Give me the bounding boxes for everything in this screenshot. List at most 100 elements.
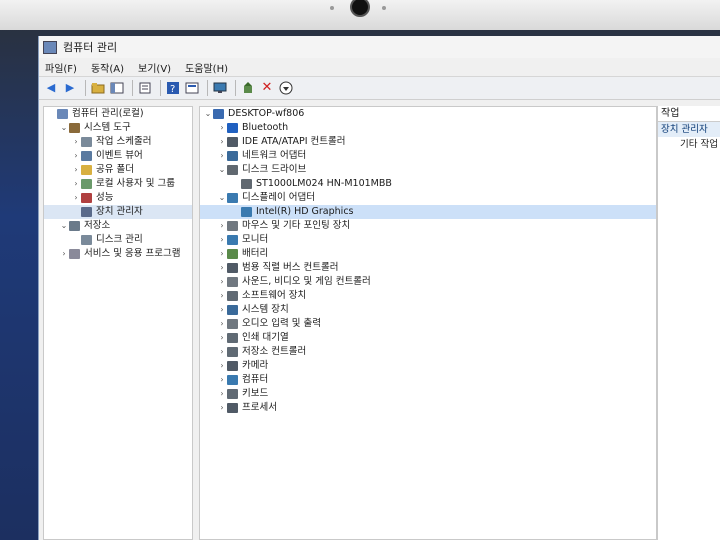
folder-up-icon[interactable] xyxy=(90,80,106,96)
device-tree: ⌄ DESKTOP-wf806 › Bluetooth › IDE ATA/ATAPI 컨… xyxy=(199,106,657,540)
device-tree-item[interactable]: › 컴퓨터 xyxy=(200,373,656,387)
collapsed-chevron-icon[interactable]: › xyxy=(59,247,69,261)
device-tree-item[interactable]: › 소프트웨어 장치 xyxy=(200,289,656,303)
collapsed-chevron-icon[interactable]: › xyxy=(217,317,227,331)
device-tree-item[interactable]: › 오디오 입력 및 출력 xyxy=(200,317,656,331)
audio-icon xyxy=(227,319,238,329)
collapsed-chevron-icon[interactable]: › xyxy=(217,219,227,233)
collapsed-chevron-icon[interactable]: › xyxy=(217,345,227,359)
collapsed-chevron-icon[interactable]: › xyxy=(217,359,227,373)
collapsed-chevron-icon[interactable]: › xyxy=(217,121,227,135)
console-tree-item[interactable]: 장치 관리자 xyxy=(44,205,192,219)
expanded-chevron-icon[interactable]: ⌄ xyxy=(203,107,213,121)
console-tree-item[interactable]: ⌄ 저장소 xyxy=(44,219,192,233)
collapsed-chevron-icon[interactable]: › xyxy=(71,135,81,149)
webcam xyxy=(350,0,370,17)
device-tree-item[interactable]: Intel(R) HD Graphics xyxy=(200,205,656,219)
device-tree-label: Intel(R) HD Graphics xyxy=(256,206,354,217)
menu-view[interactable]: 보기(V) xyxy=(138,60,171,75)
properties-icon[interactable] xyxy=(184,80,200,96)
device-tree-item[interactable]: › 시스템 장치 xyxy=(200,303,656,317)
content-panes: 컴퓨터 관리(로컬) ⌄ 시스템 도구 › 작업 스케줄러 › 이벤트 뷰어 › 공유 폴더 › 로… xyxy=(39,104,720,540)
device-tree-item[interactable]: ⌄ 디스플레이 어댑터 xyxy=(200,191,656,205)
uninstall-icon[interactable]: ✕ xyxy=(259,80,275,96)
show-tree-icon[interactable] xyxy=(109,80,125,96)
help-icon[interactable]: ? xyxy=(165,80,181,96)
actions-device-manager[interactable]: 장치 관리자 xyxy=(658,122,720,137)
collapsed-chevron-icon[interactable]: › xyxy=(217,149,227,163)
disk-management-icon xyxy=(81,235,92,245)
collapsed-chevron-icon[interactable]: › xyxy=(217,303,227,317)
event-viewer-icon xyxy=(81,151,92,161)
menu-bar: 파일(F) 동작(A) 보기(V) 도움말(H) xyxy=(39,58,720,76)
device-tree-item[interactable]: › 사운드, 비디오 및 게임 컨트롤러 xyxy=(200,275,656,289)
console-tree-label: 컴퓨터 관리(로컬) xyxy=(72,108,144,119)
device-tree-item[interactable]: › 카메라 xyxy=(200,359,656,373)
console-tree-item[interactable]: ⌄ 시스템 도구 xyxy=(44,121,192,135)
download-icon[interactable] xyxy=(278,80,294,96)
battery-icon xyxy=(227,249,238,259)
menu-file[interactable]: 파일(F) xyxy=(45,60,77,75)
console-tree-item[interactable]: › 성능 xyxy=(44,191,192,205)
device-tree-item[interactable]: › 저장소 컨트롤러 xyxy=(200,345,656,359)
expanded-chevron-icon[interactable]: ⌄ xyxy=(217,163,227,177)
collapsed-chevron-icon[interactable]: › xyxy=(71,177,81,191)
collapsed-chevron-icon[interactable]: › xyxy=(217,401,227,415)
collapsed-chevron-icon[interactable]: › xyxy=(217,387,227,401)
device-tree-item[interactable]: › 범용 직렬 버스 컨트롤러 xyxy=(200,261,656,275)
collapsed-chevron-icon[interactable]: › xyxy=(217,135,227,149)
console-tree-item[interactable]: › 서비스 및 응용 프로그램 xyxy=(44,247,192,261)
services-icon xyxy=(69,249,80,259)
forward-icon[interactable]: ▶ xyxy=(62,80,78,96)
device-tree-item[interactable]: › 키보드 xyxy=(200,387,656,401)
device-tree-item[interactable]: › 인쇄 대기열 xyxy=(200,331,656,345)
collapsed-chevron-icon[interactable]: › xyxy=(217,289,227,303)
device-tree-item[interactable]: › 마우스 및 기타 포인팅 장치 xyxy=(200,219,656,233)
display-icon xyxy=(241,207,252,217)
collapsed-chevron-icon[interactable]: › xyxy=(217,233,227,247)
toolbar-separator xyxy=(85,80,86,96)
toolbar-separator xyxy=(160,80,161,96)
device-tree-label: 프로세서 xyxy=(242,402,277,413)
back-icon[interactable]: ◀ xyxy=(43,80,59,96)
collapsed-chevron-icon[interactable]: › xyxy=(217,331,227,345)
device-tree-item[interactable]: › 배터리 xyxy=(200,247,656,261)
collapsed-chevron-icon[interactable]: › xyxy=(217,247,227,261)
console-tree-item[interactable]: 디스크 관리 xyxy=(44,233,192,247)
collapsed-chevron-icon[interactable]: › xyxy=(71,191,81,205)
device-tree-item[interactable]: ⌄ 디스크 드라이브 xyxy=(200,163,656,177)
device-tree-item[interactable]: › IDE ATA/ATAPI 컨트롤러 xyxy=(200,135,656,149)
device-tree-item[interactable]: ⌄ DESKTOP-wf806 xyxy=(200,107,656,121)
device-tree-item[interactable]: › 네트워크 어댑터 xyxy=(200,149,656,163)
shared-folder-icon xyxy=(81,165,92,175)
console-tree-item[interactable]: › 이벤트 뷰어 xyxy=(44,149,192,163)
actions-more-actions[interactable]: 기타 작업 xyxy=(658,137,720,152)
export-icon[interactable] xyxy=(137,80,153,96)
update-driver-icon[interactable] xyxy=(240,80,256,96)
expanded-chevron-icon[interactable]: ⌄ xyxy=(59,219,69,233)
console-tree-item[interactable]: › 로컬 사용자 및 그룹 xyxy=(44,177,192,191)
collapsed-chevron-icon[interactable]: › xyxy=(71,149,81,163)
device-tree-label: 컴퓨터 xyxy=(242,374,269,385)
device-tree-item[interactable]: › 모니터 xyxy=(200,233,656,247)
expanded-chevron-icon[interactable]: ⌄ xyxy=(59,121,69,135)
device-tree-item[interactable]: › Bluetooth xyxy=(200,121,656,135)
console-tree-item[interactable]: › 작업 스케줄러 xyxy=(44,135,192,149)
device-tree-label: 카메라 xyxy=(242,360,269,371)
computer-management-window: 컴퓨터 관리 파일(F) 동작(A) 보기(V) 도움말(H) ◀ ▶ ? ✕ … xyxy=(38,36,720,540)
expanded-chevron-icon[interactable]: ⌄ xyxy=(217,191,227,205)
device-tree-item[interactable]: › 프로세서 xyxy=(200,401,656,415)
device-tree-item[interactable]: ST1000LM024 HN-M101MBB xyxy=(200,177,656,191)
menu-help[interactable]: 도움말(H) xyxy=(185,60,228,75)
device-tree-label: 범용 직렬 버스 컨트롤러 xyxy=(242,262,339,273)
bluetooth-icon xyxy=(227,123,238,133)
collapsed-chevron-icon[interactable]: › xyxy=(217,373,227,387)
console-tree-item[interactable]: 컴퓨터 관리(로컬) xyxy=(44,107,192,121)
console-tree-item[interactable]: › 공유 폴더 xyxy=(44,163,192,177)
collapsed-chevron-icon[interactable]: › xyxy=(71,163,81,177)
collapsed-chevron-icon[interactable]: › xyxy=(217,261,227,275)
monitor-icon[interactable] xyxy=(212,80,228,96)
menu-action[interactable]: 동작(A) xyxy=(91,60,124,75)
storage-icon xyxy=(69,221,80,231)
collapsed-chevron-icon[interactable]: › xyxy=(217,275,227,289)
